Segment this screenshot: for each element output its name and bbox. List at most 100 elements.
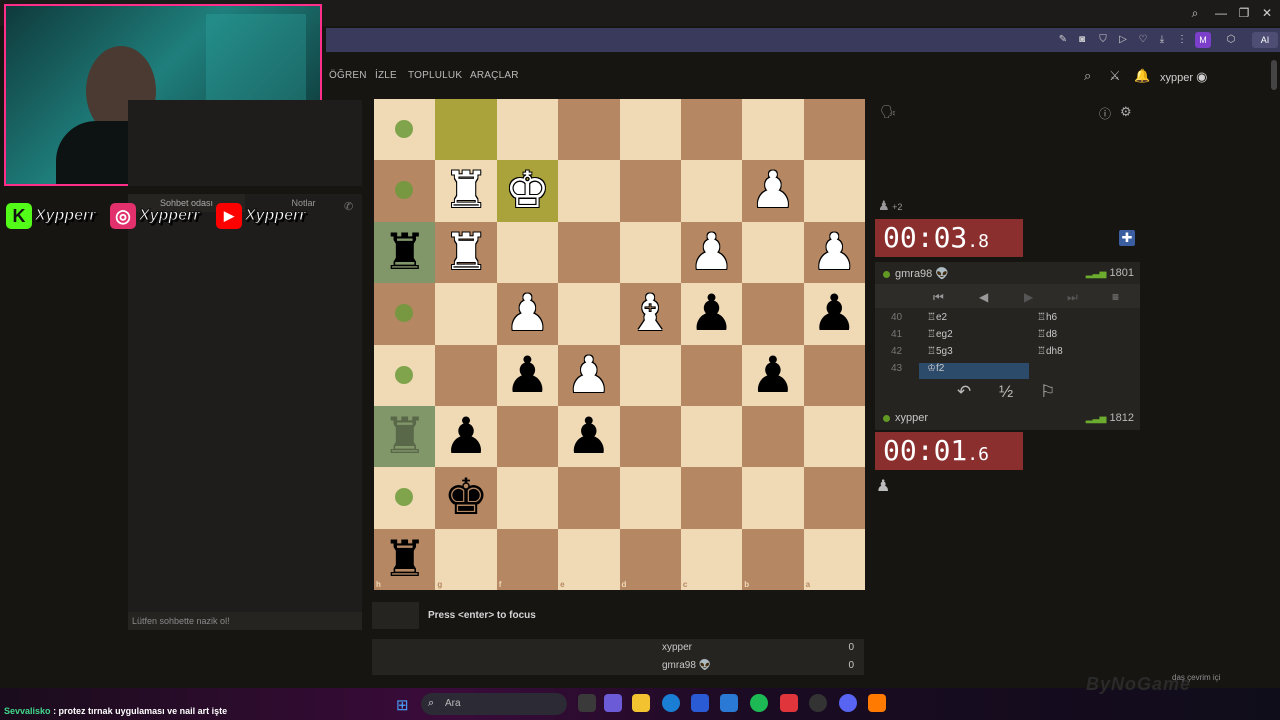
opera-gx-icon[interactable] (780, 694, 798, 712)
board-square[interactable] (496, 221, 559, 284)
prev-move-button[interactable]: ◀ (979, 290, 988, 304)
user-menu[interactable]: xypper ◉ (1160, 69, 1207, 85)
minimize-icon[interactable]: — (1214, 6, 1228, 20)
store-icon[interactable] (691, 694, 709, 712)
board-square[interactable] (680, 528, 743, 590)
board-square[interactable] (619, 405, 681, 468)
board-square[interactable] (496, 528, 559, 590)
chess-piece[interactable]: ♟ (558, 345, 619, 406)
chess-piece[interactable]: ♜ (374, 406, 435, 467)
board-square[interactable] (619, 344, 681, 406)
offer-draw-button[interactable]: ½ (999, 382, 1013, 402)
download-icon[interactable]: ⤓ (1155, 34, 1169, 46)
board-square[interactable] (803, 528, 865, 590)
add-time-button[interactable]: ✚ (1119, 230, 1135, 246)
board-square[interactable] (558, 221, 620, 284)
nav-watch[interactable]: İZLE (375, 70, 397, 81)
my-name[interactable]: xypper (883, 412, 928, 424)
board-square[interactable] (742, 528, 804, 590)
settings-gear-icon[interactable]: ⚙ (1120, 104, 1132, 120)
edge-icon[interactable] (662, 694, 680, 712)
page-scrollbar[interactable] (1271, 60, 1277, 90)
site-search-icon[interactable]: ⌕ (1084, 68, 1091, 84)
chess-piece[interactable]: ♟ (558, 406, 619, 467)
chess-piece[interactable]: ♟ (742, 160, 803, 221)
chess-piece[interactable]: ♟ (681, 283, 742, 344)
chess-board[interactable]: ♜ ♚ ♟ ♜ ♜ ♟ ♟ ♟ ♝ ♟ ♟ ♟ ♟ ♟ ♜ ♟ ♟ ♚ ♜ 1 2 3 4 5 6 7 8 h g f e d c b a (374, 99, 865, 590)
chess-piece[interactable]: ♟ (497, 345, 558, 406)
board-square[interactable] (558, 283, 620, 345)
board-square[interactable] (435, 344, 497, 406)
phone-icon[interactable]: ✆ (344, 200, 353, 213)
chess-piece[interactable]: ♜ (374, 222, 435, 283)
black-move[interactable]: ♖d8 (1037, 329, 1057, 340)
chess-piece[interactable]: ♜ (435, 222, 496, 283)
play-icon[interactable]: ▷ (1116, 34, 1130, 46)
profile-m-icon[interactable]: M (1195, 32, 1211, 48)
taskbar-search[interactable]: Ara (421, 693, 567, 715)
box-icon[interactable]: ⬡ (1224, 34, 1238, 46)
white-move[interactable]: ♖5g3 (927, 346, 953, 357)
chess-piece[interactable]: ♟ (681, 222, 742, 283)
next-move-button[interactable]: ▶ (1024, 290, 1033, 304)
board-square[interactable] (435, 283, 497, 345)
info-icon[interactable]: ⓘ (1099, 105, 1111, 122)
copilot-icon[interactable] (604, 694, 622, 712)
shield-icon[interactable]: ⛉ (1096, 34, 1110, 46)
chess-piece[interactable]: ♟ (435, 406, 496, 467)
white-move[interactable]: ♖eg2 (927, 329, 953, 340)
mail-icon[interactable] (720, 694, 738, 712)
chess-piece[interactable]: ♟ (742, 345, 803, 406)
board-square[interactable] (803, 160, 865, 222)
ai-button[interactable]: AI (1252, 32, 1278, 48)
board-square[interactable] (680, 344, 743, 406)
nav-community[interactable]: TOPLULUK (408, 70, 462, 81)
chess-piece[interactable]: ♜ (374, 529, 435, 590)
board-square[interactable] (803, 344, 865, 406)
board-square[interactable] (742, 467, 804, 529)
board-square[interactable] (803, 405, 865, 468)
close-icon[interactable]: ✕ (1260, 6, 1274, 20)
move-hint-dot[interactable] (395, 120, 413, 138)
file-explorer-icon[interactable] (632, 694, 650, 712)
edit-icon[interactable]: ✎ (1056, 34, 1070, 46)
board-square[interactable] (619, 467, 681, 529)
board-square[interactable] (558, 528, 620, 590)
board-square[interactable] (680, 160, 743, 222)
swords-icon[interactable]: ⚔ (1109, 68, 1121, 84)
search-icon[interactable]: ⌕ (1188, 6, 1202, 20)
moves-menu-button[interactable]: ≡ (1112, 290, 1119, 304)
first-move-button[interactable]: ⏮ (933, 290, 944, 305)
black-move[interactable]: ♖h6 (1037, 312, 1057, 323)
chess-piece[interactable]: ♚ (497, 160, 558, 221)
takeback-button[interactable]: ↶ (957, 382, 971, 402)
move-hint-dot[interactable] (395, 365, 413, 384)
extensions-icon[interactable]: ⋮ (1175, 34, 1189, 46)
obs-icon[interactable] (809, 694, 827, 712)
resign-button[interactable]: ⚐ (1040, 382, 1055, 402)
move-hint-dot[interactable] (395, 304, 413, 323)
black-move[interactable]: ♖dh8 (1037, 346, 1063, 357)
board-square[interactable] (742, 283, 804, 345)
heart-icon[interactable]: ♡ (1136, 34, 1150, 46)
board-square[interactable] (680, 467, 743, 529)
voice-icon[interactable]: 🗣 (880, 104, 897, 120)
app-icon[interactable] (868, 694, 886, 712)
move-input[interactable] (372, 602, 419, 629)
board-square[interactable] (619, 160, 681, 222)
bell-icon[interactable]: 🔔 (1134, 68, 1150, 84)
white-move[interactable]: ♔f2 (927, 363, 944, 374)
chess-piece[interactable]: ♟ (497, 283, 558, 344)
last-move-button[interactable]: ⏭ (1067, 290, 1078, 305)
chess-piece[interactable]: ♟ (804, 283, 865, 344)
board-square[interactable] (435, 99, 497, 161)
chess-piece[interactable]: ♜ (435, 160, 496, 221)
board-square[interactable] (435, 528, 497, 590)
board-square[interactable] (619, 99, 681, 161)
chat-input[interactable]: Lütfen sohbette nazik ol! (128, 612, 362, 630)
board-square[interactable] (496, 99, 559, 161)
chess-piece[interactable]: ♝ (620, 283, 681, 344)
board-square[interactable] (558, 160, 620, 222)
board-square[interactable] (496, 467, 559, 529)
discord-icon[interactable] (839, 694, 857, 712)
